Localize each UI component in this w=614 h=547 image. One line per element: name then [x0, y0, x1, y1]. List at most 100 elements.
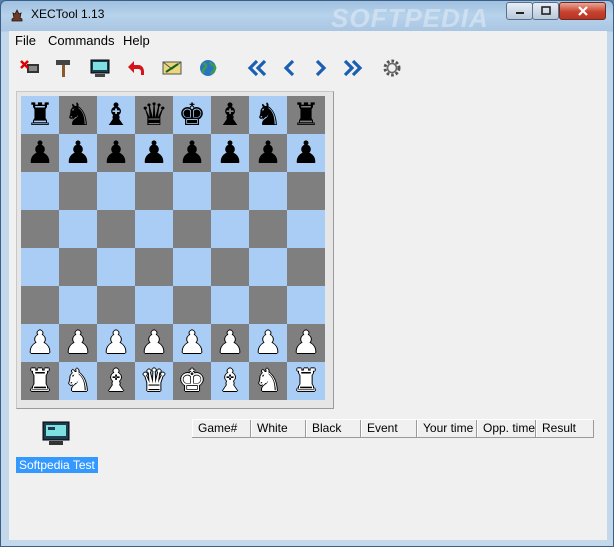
- settings-button[interactable]: [379, 55, 405, 81]
- chess-piece[interactable]: ♝: [216, 362, 244, 400]
- square-d2[interactable]: ♟: [135, 324, 173, 362]
- column-white[interactable]: White: [251, 420, 306, 437]
- square-a6[interactable]: [21, 172, 59, 210]
- chess-piece[interactable]: ♝: [102, 96, 130, 134]
- next-move-button[interactable]: [307, 55, 333, 81]
- chess-piece[interactable]: ♟: [216, 324, 244, 362]
- previous-move-button[interactable]: [277, 55, 303, 81]
- chess-piece[interactable]: ♞: [64, 362, 92, 400]
- square-f3[interactable]: [211, 286, 249, 324]
- chess-piece[interactable]: ♟: [102, 134, 130, 172]
- square-d8[interactable]: ♛: [135, 96, 173, 134]
- square-f4[interactable]: [211, 248, 249, 286]
- square-g4[interactable]: [249, 248, 287, 286]
- chess-piece[interactable]: ♟: [178, 134, 206, 172]
- column-result[interactable]: Result: [536, 420, 594, 437]
- square-g5[interactable]: [249, 210, 287, 248]
- square-h7[interactable]: ♟: [287, 134, 325, 172]
- chess-piece[interactable]: ♚: [178, 96, 206, 134]
- chess-piece[interactable]: ♞: [254, 96, 282, 134]
- square-b5[interactable]: [59, 210, 97, 248]
- square-g6[interactable]: [249, 172, 287, 210]
- chess-piece[interactable]: ♟: [140, 134, 168, 172]
- chess-piece[interactable]: ♞: [64, 96, 92, 134]
- undo-button[interactable]: [122, 55, 148, 81]
- square-d7[interactable]: ♟: [135, 134, 173, 172]
- square-g1[interactable]: ♞: [249, 362, 287, 400]
- square-e3[interactable]: [173, 286, 211, 324]
- computer-button[interactable]: [87, 55, 113, 81]
- square-a4[interactable]: [21, 248, 59, 286]
- chess-piece[interactable]: ♝: [216, 96, 244, 134]
- close-button[interactable]: [559, 2, 606, 20]
- menu-file[interactable]: File: [15, 33, 36, 48]
- chess-piece[interactable]: ♛: [140, 362, 168, 400]
- square-g7[interactable]: ♟: [249, 134, 287, 172]
- square-a7[interactable]: ♟: [21, 134, 59, 172]
- chess-piece[interactable]: ♜: [26, 362, 54, 400]
- square-c5[interactable]: [97, 210, 135, 248]
- square-d1[interactable]: ♛: [135, 362, 173, 400]
- square-f2[interactable]: ♟: [211, 324, 249, 362]
- square-c3[interactable]: [97, 286, 135, 324]
- disconnect-button[interactable]: [17, 55, 43, 81]
- chess-piece[interactable]: ♟: [26, 324, 54, 362]
- square-c7[interactable]: ♟: [97, 134, 135, 172]
- title-bar[interactable]: XECTool 1.13 SOFTPEDIA: [1, 1, 613, 33]
- square-c6[interactable]: [97, 172, 135, 210]
- square-h8[interactable]: ♜: [287, 96, 325, 134]
- chess-piece[interactable]: ♚: [178, 362, 206, 400]
- square-f8[interactable]: ♝: [211, 96, 249, 134]
- square-b6[interactable]: [59, 172, 97, 210]
- chess-piece[interactable]: ♟: [292, 324, 320, 362]
- square-a2[interactable]: ♟: [21, 324, 59, 362]
- square-h2[interactable]: ♟: [287, 324, 325, 362]
- chess-piece[interactable]: ♛: [140, 96, 168, 134]
- square-f7[interactable]: ♟: [211, 134, 249, 172]
- square-e6[interactable]: [173, 172, 211, 210]
- square-h4[interactable]: [287, 248, 325, 286]
- column-opp-time[interactable]: Opp. time: [477, 420, 536, 437]
- square-b4[interactable]: [59, 248, 97, 286]
- chess-piece[interactable]: ♜: [292, 96, 320, 134]
- square-d6[interactable]: [135, 172, 173, 210]
- square-c4[interactable]: [97, 248, 135, 286]
- chess-piece[interactable]: ♝: [102, 362, 130, 400]
- square-e2[interactable]: ♟: [173, 324, 211, 362]
- square-a3[interactable]: [21, 286, 59, 324]
- square-g2[interactable]: ♟: [249, 324, 287, 362]
- column-event[interactable]: Event: [361, 420, 417, 437]
- square-e1[interactable]: ♚: [173, 362, 211, 400]
- chess-piece[interactable]: ♜: [26, 96, 54, 134]
- chess-piece[interactable]: ♟: [178, 324, 206, 362]
- square-h6[interactable]: [287, 172, 325, 210]
- menu-help[interactable]: Help: [123, 33, 150, 48]
- square-a5[interactable]: [21, 210, 59, 248]
- square-a8[interactable]: ♜: [21, 96, 59, 134]
- square-h5[interactable]: [287, 210, 325, 248]
- chess-piece[interactable]: ♟: [140, 324, 168, 362]
- chess-piece[interactable]: ♟: [254, 134, 282, 172]
- square-h1[interactable]: ♜: [287, 362, 325, 400]
- square-c8[interactable]: ♝: [97, 96, 135, 134]
- square-f1[interactable]: ♝: [211, 362, 249, 400]
- square-f5[interactable]: [211, 210, 249, 248]
- square-b1[interactable]: ♞: [59, 362, 97, 400]
- last-move-button[interactable]: [339, 55, 365, 81]
- chess-piece[interactable]: ♟: [64, 324, 92, 362]
- square-b7[interactable]: ♟: [59, 134, 97, 172]
- square-c2[interactable]: ♟: [97, 324, 135, 362]
- square-g3[interactable]: [249, 286, 287, 324]
- minimize-button[interactable]: [506, 2, 533, 20]
- square-e5[interactable]: [173, 210, 211, 248]
- menu-commands[interactable]: Commands: [48, 33, 114, 48]
- first-move-button[interactable]: [245, 55, 271, 81]
- column-your-time[interactable]: Your time: [417, 420, 477, 437]
- square-c1[interactable]: ♝: [97, 362, 135, 400]
- chess-piece[interactable]: ♟: [216, 134, 244, 172]
- square-g8[interactable]: ♞: [249, 96, 287, 134]
- square-e7[interactable]: ♟: [173, 134, 211, 172]
- internet-button[interactable]: [195, 55, 221, 81]
- square-d3[interactable]: [135, 286, 173, 324]
- square-d5[interactable]: [135, 210, 173, 248]
